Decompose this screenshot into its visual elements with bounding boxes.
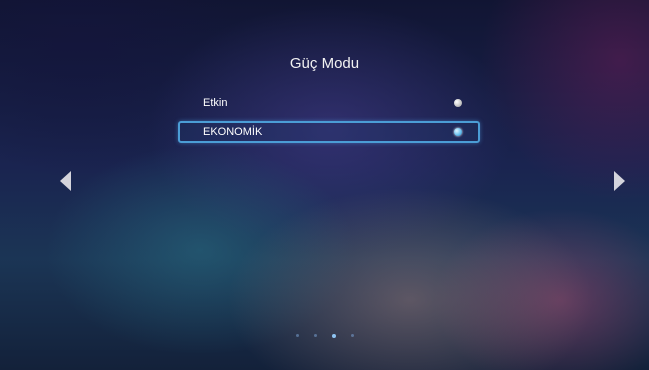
page-indicator — [296, 333, 354, 338]
page-dot — [314, 334, 317, 337]
page-dot — [296, 334, 299, 337]
page-title: Güç Modu — [289, 55, 360, 72]
power-mode-menu: Etkin EKONOMİK — [178, 92, 480, 150]
page-dot-active — [332, 333, 336, 338]
option-ekonomik[interactable]: EKONOMİK — [178, 121, 480, 143]
radio-unselected-icon[interactable] — [454, 99, 462, 107]
radio-selected-icon[interactable] — [454, 128, 462, 136]
next-page-arrow-icon[interactable] — [614, 171, 625, 191]
previous-page-arrow-icon[interactable] — [60, 171, 71, 191]
option-label: Etkin — [203, 97, 228, 109]
option-label: EKONOMİK — [203, 126, 263, 138]
option-etkin[interactable]: Etkin — [178, 92, 480, 114]
page-dot — [351, 334, 354, 337]
